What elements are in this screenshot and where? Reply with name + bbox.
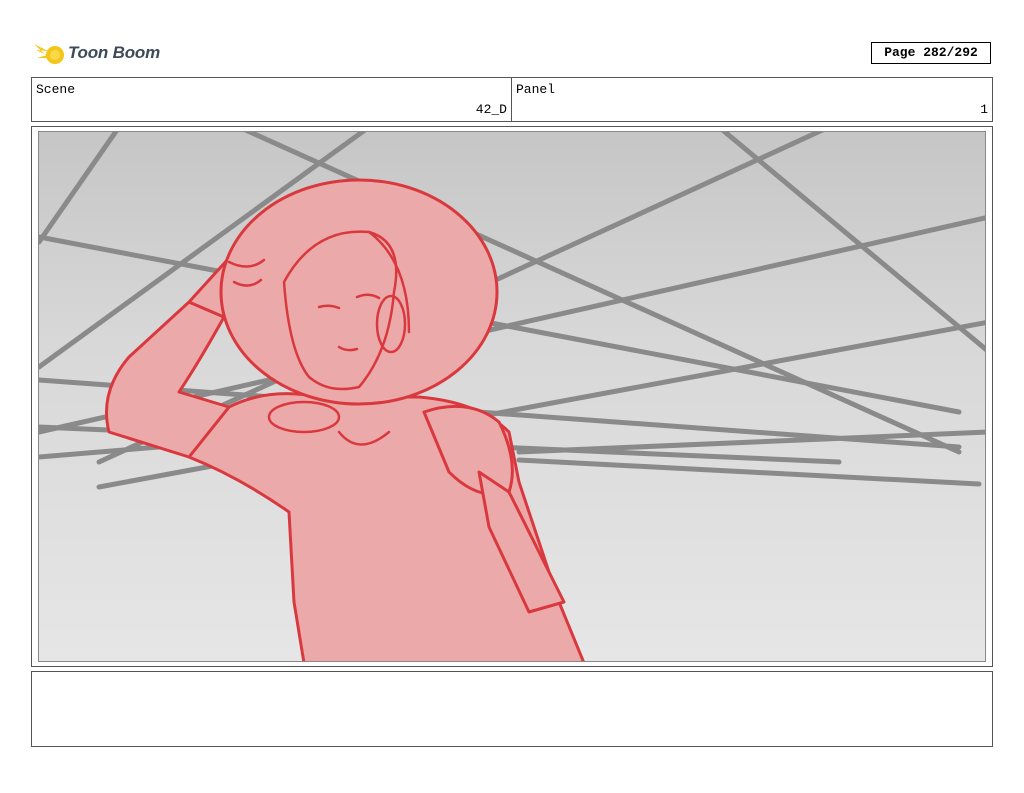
page-indicator: Page 282/292 — [871, 42, 991, 64]
panel-cell: Panel 1 — [512, 78, 992, 121]
panel-artwork — [38, 131, 986, 662]
panel-value: 1 — [980, 102, 988, 117]
panel-notes — [31, 671, 993, 747]
brand-name: Toon Boom — [68, 43, 160, 62]
scene-panel-header: Scene 42_D Panel 1 — [31, 77, 993, 122]
storyboard-drawing — [39, 132, 985, 661]
comet-logo-icon — [34, 44, 64, 64]
scene-label: Scene — [36, 82, 76, 97]
scene-value: 42_D — [475, 102, 507, 117]
toon-boom-logo: Toon Boom — [32, 36, 160, 70]
scene-cell: Scene 42_D — [32, 78, 512, 121]
panel-label: Panel — [516, 82, 556, 97]
